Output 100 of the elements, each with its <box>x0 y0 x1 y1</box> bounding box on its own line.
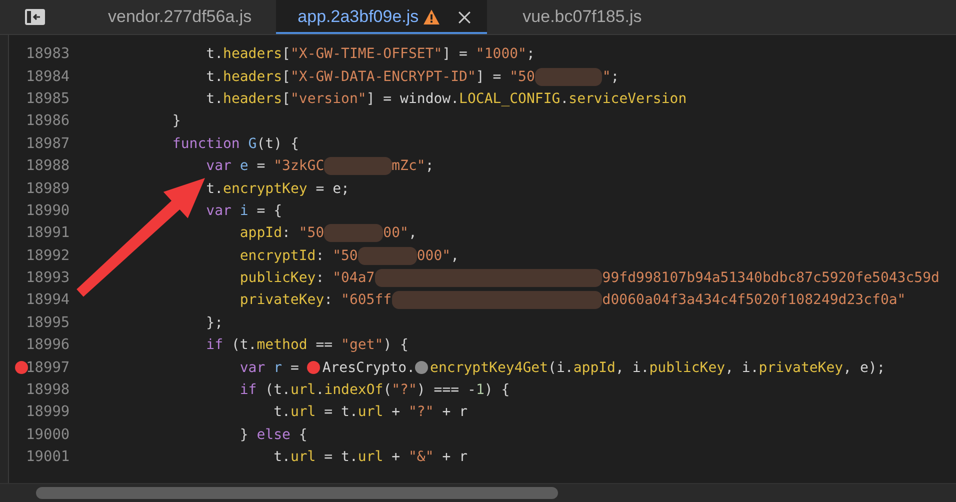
code-text: , e); <box>843 360 886 376</box>
code-property: method <box>256 337 308 354</box>
line-number: 18987 <box>26 136 70 152</box>
tab-label: app.2a3bf09e.js <box>298 7 419 27</box>
code-keyword: var <box>205 158 232 174</box>
code-text: (t) { <box>256 136 299 152</box>
line-number: 18985 <box>26 90 70 107</box>
code-text: } <box>171 113 181 130</box>
code-property: indexOf <box>324 382 384 398</box>
code-text: ; <box>425 158 434 174</box>
code-string: 000" <box>416 248 451 264</box>
code-identifier: e <box>240 158 248 174</box>
code-text: = { <box>256 202 282 219</box>
editor-tab[interactable]: vue.bc07f185.js <box>486 0 658 34</box>
code-string: 00" <box>383 225 408 242</box>
code-string: "&" <box>408 449 434 466</box>
line-number: 18992 <box>26 248 70 264</box>
code-text: (i. <box>548 360 574 376</box>
code-text: = <box>289 360 300 376</box>
code-string: "50 <box>332 248 358 264</box>
code-property: serviceVersion <box>568 90 687 107</box>
code-string: "X-GW-TIME-OFFSET" <box>290 46 442 62</box>
code-text: = t. <box>323 404 358 420</box>
line-number: 18991 <box>26 225 70 242</box>
code-keyword: if <box>238 382 257 398</box>
code-identifier: G <box>248 136 257 152</box>
code-text: AresCrypto. <box>322 360 416 376</box>
code-text: = <box>256 158 266 174</box>
code-text: . <box>560 90 569 107</box>
inline-breakpoint-dot[interactable] <box>415 361 428 374</box>
code-property: appId <box>238 225 282 242</box>
line-number: 19000 <box>26 426 70 443</box>
line-number: 18989 <box>26 180 70 197</box>
editor-tab[interactable]: app.2a3bf09e.js <box>276 0 487 34</box>
line-number: 18984 <box>26 68 70 85</box>
code-text: }; <box>205 314 224 331</box>
code-keyword: var <box>238 360 266 376</box>
code-text: } <box>238 426 250 443</box>
code-text: ] = <box>476 68 502 85</box>
code-text: + r <box>441 404 468 420</box>
scrollbar-thumb[interactable] <box>36 487 558 499</box>
code-string: mZc" <box>392 158 426 174</box>
code-text: , <box>450 248 460 264</box>
code-string: d0060a04f3a434c4f5020f108249d23cf0a" <box>602 292 906 308</box>
code-text: [ <box>282 68 290 85</box>
code-string: " <box>602 68 611 85</box>
line-number: 18996 <box>26 337 70 354</box>
editor-tab[interactable]: vendor.277df56a.js <box>72 0 268 34</box>
code-text: t. <box>205 68 224 85</box>
code-text: : <box>282 225 292 242</box>
code-text: , i. <box>725 360 759 376</box>
code-string: "04a7 <box>332 270 375 286</box>
code-property: publicKey <box>649 360 726 376</box>
code-text: ; <box>610 68 620 85</box>
code-identifier: r <box>274 360 282 376</box>
code-text: : <box>316 270 326 286</box>
code-text: ] = <box>442 46 468 62</box>
code-string: "3zkGC <box>274 158 324 174</box>
code-text: , i. <box>616 360 650 376</box>
code-string: "get" <box>341 337 384 354</box>
code-text: ) === - <box>416 382 476 398</box>
code-string: "50 <box>298 225 324 242</box>
code-keyword: function <box>171 136 241 152</box>
redaction-blur <box>358 246 417 265</box>
code-text: = t. <box>323 449 358 466</box>
code-string: "version" <box>290 90 366 107</box>
tab-label: vue.bc07f185.js <box>522 7 642 27</box>
code-text: ] = window. <box>366 90 460 107</box>
code-property: headers <box>223 90 282 107</box>
code-text: : <box>324 292 334 308</box>
code-text: (t. <box>264 382 290 398</box>
code-string: "?" <box>392 382 417 398</box>
line-number: 18994 <box>26 292 70 308</box>
tab-label: vendor.277df56a.js <box>108 7 252 27</box>
code-property: encryptId <box>238 248 316 264</box>
code-text: [ <box>282 46 290 62</box>
close-icon[interactable] <box>458 10 471 24</box>
line-number: 18998 <box>26 382 70 398</box>
code-keyword: if <box>205 337 224 354</box>
code-text: t. <box>205 90 224 107</box>
breakpoint-dot[interactable] <box>15 361 28 374</box>
redaction-blur <box>534 68 602 86</box>
line-number: 18995 <box>26 314 70 331</box>
code-property: url <box>290 382 316 398</box>
code-string: 99fd998107b94a51340bdbc87c5920fe5043c59d <box>602 270 940 286</box>
code-property: headers <box>223 68 282 85</box>
code-text: (t. <box>230 337 257 354</box>
code-property: encryptKey4Get <box>430 360 548 376</box>
code-keyword: var <box>205 202 232 219</box>
inline-breakpoint-dot[interactable] <box>307 361 320 374</box>
line-number: 18983 <box>26 46 70 62</box>
sidebar-toggle-icon[interactable] <box>24 8 46 26</box>
code-string: "1000" <box>476 46 526 62</box>
code-identifier: i <box>240 202 248 219</box>
code-property: url <box>290 449 316 466</box>
code-property: privateKey <box>758 360 844 376</box>
line-number: 18997 <box>26 360 70 376</box>
code-text: ) { <box>484 382 510 398</box>
code-text: ) { <box>383 337 408 354</box>
code-text: t. <box>272 449 290 466</box>
